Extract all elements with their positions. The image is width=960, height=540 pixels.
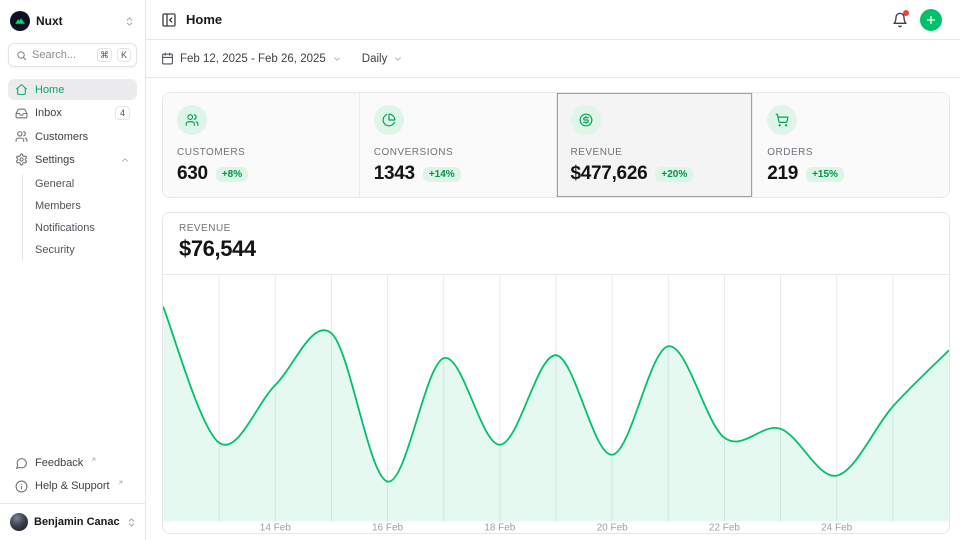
home-icon <box>15 83 28 96</box>
sidebar-item-inbox[interactable]: Inbox 4 <box>8 102 137 124</box>
chart-x-tick-label: 18 Feb <box>484 522 515 533</box>
gear-icon <box>15 153 28 166</box>
sidebar-item-label: Customers <box>35 131 88 143</box>
add-button[interactable] <box>920 9 942 31</box>
stat-value: 219 <box>767 163 798 185</box>
stat-value: $477,626 <box>571 163 648 185</box>
stats-row: CUSTOMERS 630 +8% CONVERSIONS 1343 +14% <box>162 92 950 198</box>
chevron-down-icon <box>332 54 342 64</box>
page-header: Home <box>146 0 960 40</box>
stat-delta-badge: +20% <box>655 167 693 182</box>
granularity-select[interactable]: Daily <box>362 53 404 65</box>
stat-label: REVENUE <box>571 147 739 158</box>
dashboard-page: Nuxt Search... ⌘ K Home <box>0 0 960 540</box>
search-placeholder: Search... <box>32 49 92 61</box>
sidebar-item-label: Inbox <box>35 107 62 119</box>
revenue-chart-card: REVENUE $76,544 14 Feb 16 Feb 18 Feb 20 Feb… <box>162 212 950 534</box>
stat-label: CUSTOMERS <box>177 147 345 158</box>
inbox-icon <box>15 107 28 120</box>
chart-x-tick-label: 14 Feb <box>260 522 291 533</box>
users-round-icon <box>177 105 207 135</box>
sidebar-subitem-general[interactable]: General <box>23 174 137 194</box>
stat-label: CONVERSIONS <box>374 147 542 158</box>
sidebar: Nuxt Search... ⌘ K Home <box>0 0 146 540</box>
sidebar-item-label: Home <box>35 84 64 96</box>
help-support-link[interactable]: Help & Support <box>8 476 137 497</box>
stat-card-customers[interactable]: CUSTOMERS 630 +8% <box>163 93 359 197</box>
workspace-switcher[interactable]: Nuxt <box>0 0 145 37</box>
chart-metric-label: REVENUE <box>179 223 933 234</box>
avatar <box>10 513 28 531</box>
sidebar-footer: Feedback Help & Support <box>0 447 145 503</box>
revenue-area-chart: 14 Feb 16 Feb 18 Feb 20 Feb 22 Feb 24 Feb <box>163 275 949 533</box>
chart-header: REVENUE $76,544 <box>163 213 949 275</box>
circle-dollar-icon <box>571 105 601 135</box>
panel-left-close-icon[interactable] <box>161 12 177 28</box>
chart-pie-icon <box>374 105 404 135</box>
stat-card-revenue[interactable]: REVENUE $477,626 +20% <box>557 93 753 197</box>
stat-value: 1343 <box>374 163 415 185</box>
chevron-down-icon <box>393 54 403 64</box>
chevrons-up-down-icon <box>124 16 135 27</box>
workspace-name: Nuxt <box>36 14 118 28</box>
chart-metric-value: $76,544 <box>179 236 933 262</box>
stat-card-conversions[interactable]: CONVERSIONS 1343 +14% <box>360 93 556 197</box>
stat-card-orders[interactable]: ORDERS 219 +15% <box>753 93 949 197</box>
chart-x-tick-label: 20 Feb <box>597 522 628 533</box>
unread-dot <box>903 10 909 16</box>
main-area: Home Feb 12, 2025 - Feb 26, 2025 <box>146 0 960 540</box>
kbd-k: K <box>117 48 131 62</box>
date-range-picker[interactable]: Feb 12, 2025 - Feb 26, 2025 <box>161 52 342 65</box>
sidebar-subitem-notifications[interactable]: Notifications <box>23 218 137 238</box>
settings-subnav: General Members Notifications Security <box>22 174 137 260</box>
stat-delta-badge: +14% <box>423 167 461 182</box>
page-title: Home <box>186 12 222 27</box>
sidebar-item-settings[interactable]: Settings <box>8 149 137 170</box>
help-support-label: Help & Support <box>35 480 110 492</box>
date-range-value: Feb 12, 2025 - Feb 26, 2025 <box>180 53 326 65</box>
stat-delta-badge: +15% <box>806 167 844 182</box>
granularity-value: Daily <box>362 53 388 65</box>
stat-value: 630 <box>177 163 208 185</box>
shopping-cart-icon <box>767 105 797 135</box>
sidebar-subitem-security[interactable]: Security <box>23 240 137 260</box>
sidebar-item-customers[interactable]: Customers <box>8 126 137 147</box>
stat-delta-badge: +8% <box>216 167 248 182</box>
notifications-button[interactable] <box>892 12 908 28</box>
message-circle-icon <box>15 457 28 470</box>
arrow-up-right-icon <box>117 479 124 486</box>
dashboard-content: CUSTOMERS 630 +8% CONVERSIONS 1343 +14% <box>146 78 960 540</box>
chevrons-up-down-icon <box>126 517 137 528</box>
feedback-label: Feedback <box>35 457 83 469</box>
arrow-up-right-icon <box>90 456 97 463</box>
chart-x-tick-label: 22 Feb <box>709 522 740 533</box>
info-circle-icon <box>15 480 28 493</box>
search-input[interactable]: Search... ⌘ K <box>8 43 137 67</box>
filters-toolbar: Feb 12, 2025 - Feb 26, 2025 Daily <box>146 40 960 78</box>
sidebar-item-label: Settings <box>35 154 75 166</box>
sidebar-subitem-members[interactable]: Members <box>23 196 137 216</box>
sidebar-nav: Home Inbox 4 Customers Settings <box>0 69 145 262</box>
search-icon <box>16 50 27 61</box>
plus-icon <box>925 14 937 26</box>
inbox-count-badge: 4 <box>115 106 130 120</box>
sidebar-item-home[interactable]: Home <box>8 79 137 100</box>
user-name: Benjamin Canac <box>34 516 120 528</box>
chart-x-tick-label: 16 Feb <box>372 522 403 533</box>
chart-plot-area[interactable]: 14 Feb 16 Feb 18 Feb 20 Feb 22 Feb 24 Feb <box>163 275 949 533</box>
chevron-up-icon <box>120 155 130 165</box>
chart-x-tick-label: 24 Feb <box>821 522 852 533</box>
header-actions <box>892 9 942 31</box>
nuxt-logo <box>10 11 30 31</box>
kbd-cmd: ⌘ <box>97 48 112 62</box>
stat-label: ORDERS <box>767 147 935 158</box>
users-icon <box>15 130 28 143</box>
feedback-link[interactable]: Feedback <box>8 453 137 474</box>
calendar-icon <box>161 52 174 65</box>
user-menu[interactable]: Benjamin Canac <box>0 503 145 540</box>
